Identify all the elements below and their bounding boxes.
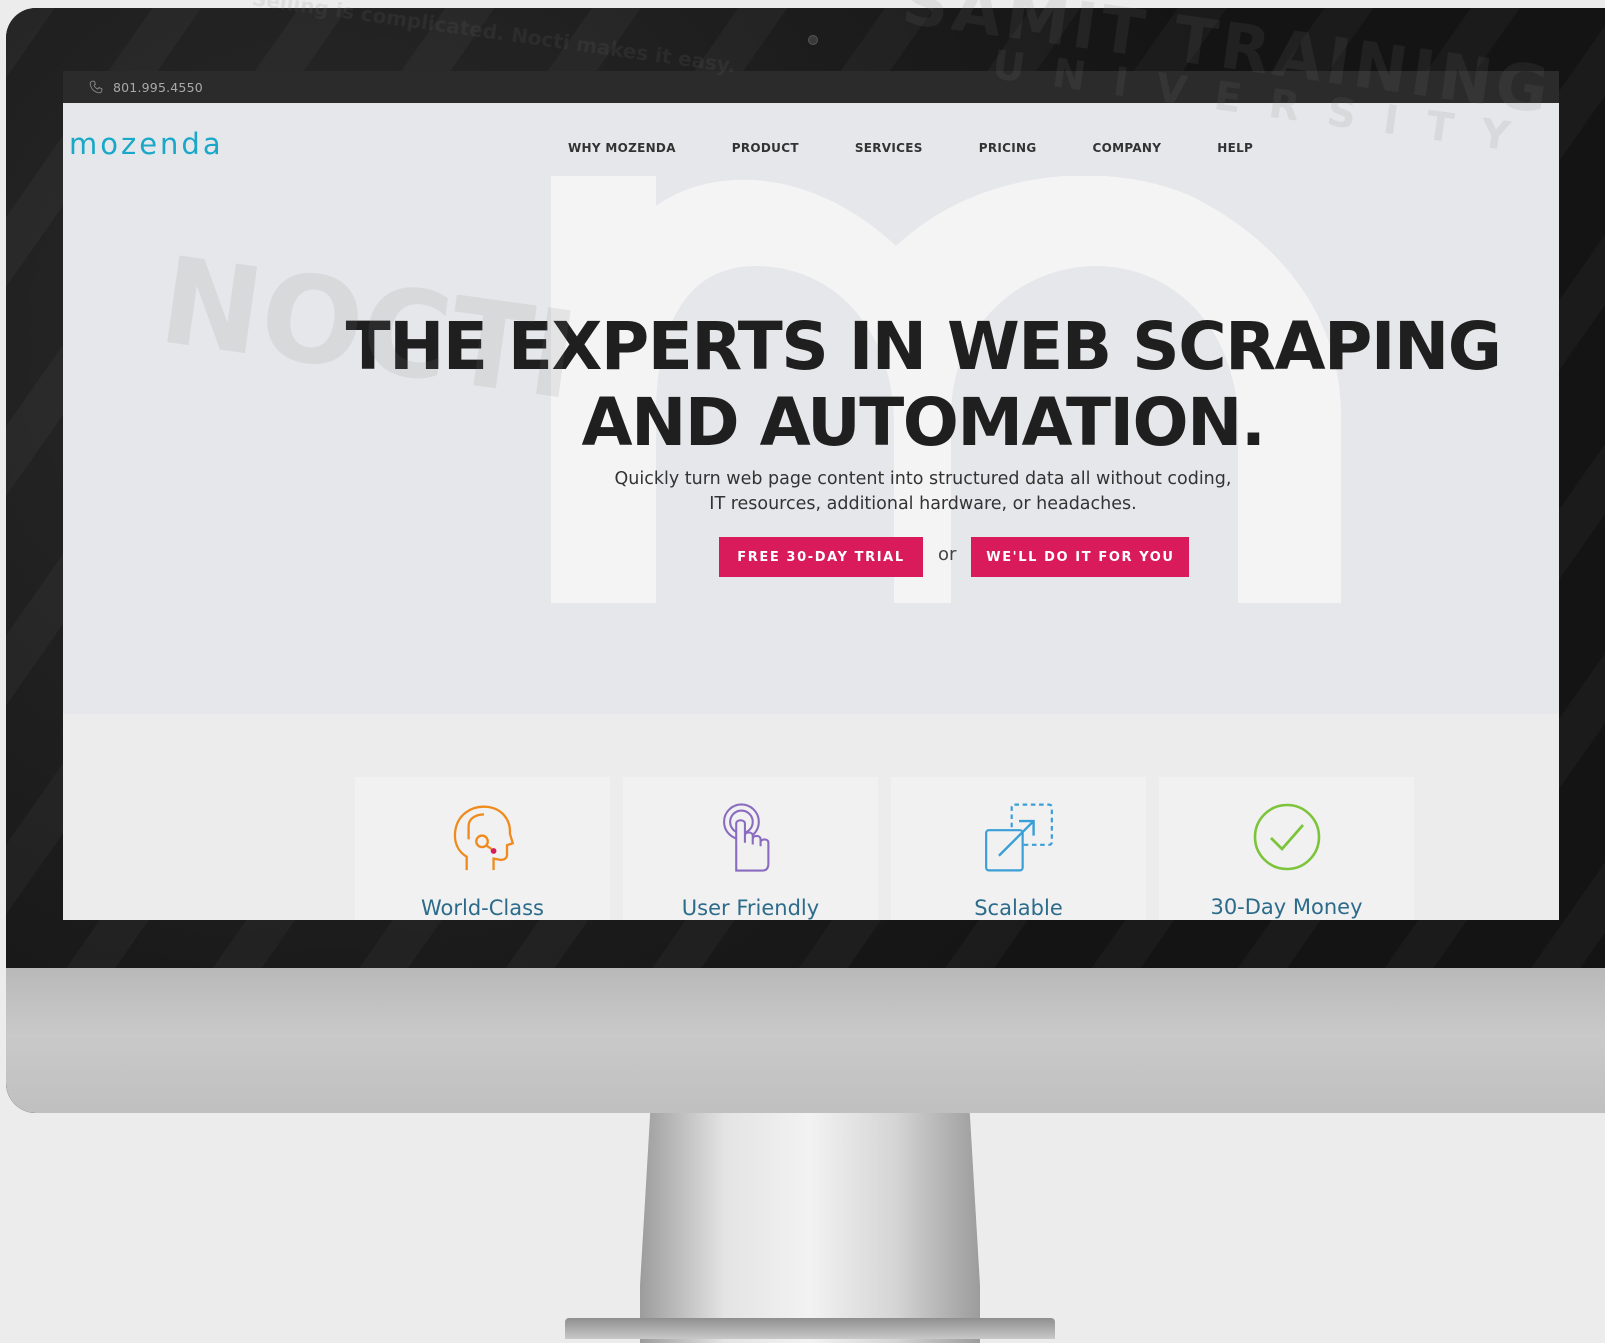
hero-title-line-1: THE EXPERTS IN WEB SCRAPING <box>345 308 1502 385</box>
mozenda-logo[interactable]: mozenda <box>69 127 224 161</box>
feature-label-scalable: Scalable <box>974 896 1063 920</box>
phone-icon <box>89 80 103 94</box>
hero-title: THE EXPERTS IN WEB SCRAPING AND AUTOMATI… <box>313 309 1533 461</box>
hero-subtitle: Quickly turn web page content into struc… <box>533 467 1313 517</box>
feature-label-money-back: 30-Day Money <box>1210 895 1363 919</box>
camera-dot <box>808 35 818 45</box>
hero-subtitle-line-1: Quickly turn web page content into struc… <box>614 469 1232 489</box>
feature-label-world-class: World-Class <box>420 896 544 920</box>
feature-label-user-friendly: User Friendly <box>681 896 820 920</box>
nav-services[interactable]: SERVICES <box>855 141 923 155</box>
nav-pricing[interactable]: PRICING <box>979 141 1037 155</box>
feature-scalable[interactable]: Scalable <box>891 777 1146 920</box>
head-support-icon <box>453 805 514 871</box>
nav-company[interactable]: COMPANY <box>1092 141 1161 155</box>
feature-money-back[interactable]: 30-Day Money <box>1159 777 1414 920</box>
cta-row: FREE 30-DAY TRIAL or WE'LL DO IT FOR YOU <box>719 537 1190 577</box>
nav-product[interactable]: PRODUCT <box>732 141 799 155</box>
monitor-chin <box>6 968 1605 1113</box>
expand-arrow-icon <box>984 803 1053 872</box>
cta-or-text: or <box>938 543 957 565</box>
feature-world-class[interactable]: World-Class <box>355 777 610 920</box>
hero-subtitle-line-2: IT resources, additional hardware, or he… <box>709 494 1137 514</box>
hero-title-line-2: AND AUTOMATION. <box>581 384 1266 461</box>
monitor-stand-base <box>565 1318 1055 1339</box>
nav-help[interactable]: HELP <box>1217 141 1253 155</box>
feature-user-friendly[interactable]: User Friendly <box>623 777 878 920</box>
main-nav: WHY MOZENDA PRODUCT SERVICES PRICING COM… <box>568 141 1309 155</box>
top-bar: 801.995.4550 <box>63 71 1559 103</box>
monitor-stand <box>640 1113 980 1343</box>
touch-tap-icon <box>722 803 769 872</box>
nav-why-mozenda[interactable]: WHY MOZENDA <box>568 141 676 155</box>
phone-number[interactable]: 801.995.4550 <box>113 80 203 95</box>
done-for-you-button[interactable]: WE'LL DO IT FOR YOU <box>971 537 1190 577</box>
website-screen: 801.995.4550 mozenda WHY MOZENDA PRODUCT… <box>63 71 1559 920</box>
free-trial-button[interactable]: FREE 30-DAY TRIAL <box>719 537 923 577</box>
check-circle-icon <box>1253 803 1320 871</box>
